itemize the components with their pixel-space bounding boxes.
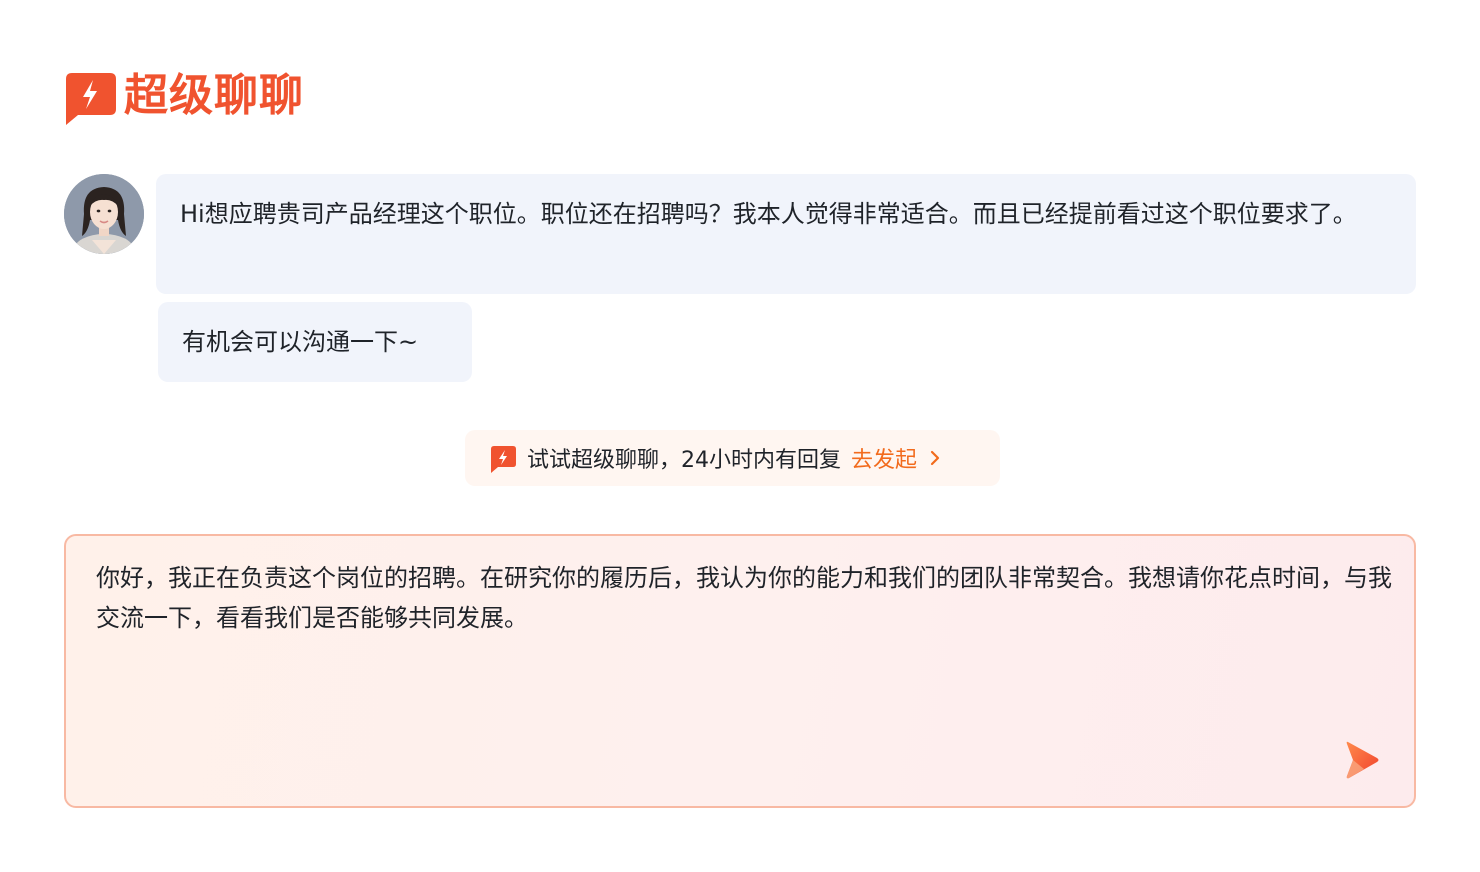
super-chat-promo: 试试超级聊聊，24小时内有回复 去发起 [465,430,1000,486]
message-text: Hi想应聘贵司产品经理这个职位。职位还在招聘吗？我本人觉得非常适合。而且已经提前… [180,200,1357,228]
message-bubble: 有机会可以沟通一下~ [158,302,472,382]
composer-input[interactable]: 你好，我正在负责这个岗位的招聘。在研究你的履历后，我认为你的能力和我们的团队非常… [96,558,1396,638]
promo-action-label: 去发起 [851,448,918,473]
send-icon [1346,741,1379,779]
lightning-chat-icon [491,446,516,473]
start-super-chat-link[interactable]: 去发起 [851,442,941,474]
message-bubble: Hi想应聘贵司产品经理这个职位。职位还在招聘吗？我本人觉得非常适合。而且已经提前… [156,174,1416,294]
promo-text: 试试超级聊聊，24小时内有回复 [527,448,841,473]
avatar[interactable] [64,174,144,254]
candidate-avatar [64,174,144,254]
chevron-right-icon [930,450,940,466]
message-composer[interactable]: 你好，我正在负责这个岗位的招聘。在研究你的履历后，我认为你的能力和我们的团队非常… [64,534,1416,808]
lightning-chat-icon [66,73,116,125]
brand-title: 超级聊聊 [124,70,304,121]
message-text: 有机会可以沟通一下~ [182,328,419,356]
brand-header: 超级聊聊 [64,66,304,126]
send-button[interactable] [1344,740,1380,780]
